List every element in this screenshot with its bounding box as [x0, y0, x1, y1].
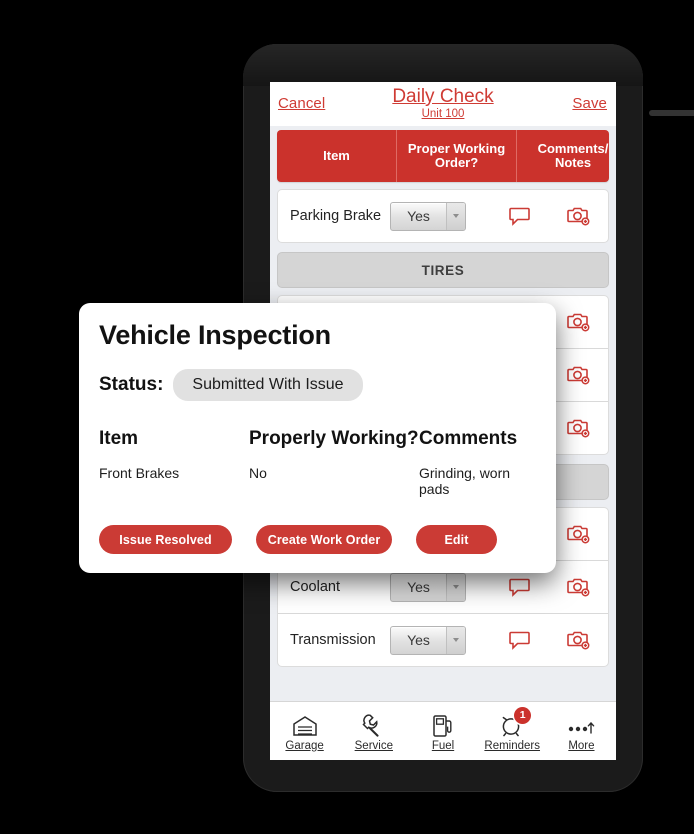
alarm-clock-icon	[478, 711, 547, 737]
column-header-item: Item	[99, 428, 139, 449]
working-order-select[interactable]: Yes	[390, 572, 466, 602]
column-header-item: Item	[323, 148, 350, 163]
reminders-badge: 1	[514, 706, 532, 724]
comment-icon[interactable]	[490, 631, 548, 650]
navigation-bar: Cancel Daily Check Unit 100 Save	[270, 82, 616, 126]
ellipsis-arrow-icon	[547, 711, 616, 737]
table-row[interactable]: Parking Brake Yes	[278, 190, 608, 242]
row-item-label: Parking Brake	[290, 208, 382, 224]
working-order-value: Yes	[407, 208, 430, 224]
status-badge: Submitted With Issue	[173, 369, 363, 401]
comment-icon[interactable]	[490, 578, 548, 597]
tab-more[interactable]: More	[547, 711, 616, 752]
chevron-down-icon	[446, 626, 465, 654]
wrench-icon	[339, 711, 408, 737]
create-work-order-button[interactable]: Create Work Order	[256, 525, 392, 554]
tab-label: More	[568, 739, 595, 752]
column-header-comments: Comments	[419, 428, 518, 449]
row-select-cell: Yes	[390, 201, 490, 231]
tab-label: Service	[354, 739, 393, 752]
tab-label: Garage	[285, 739, 324, 752]
page-title: Daily Check Unit 100	[270, 87, 616, 122]
working-order-select[interactable]: Yes	[390, 625, 466, 655]
camera-add-icon[interactable]	[548, 524, 608, 544]
inspection-issue-table: Item Properly Working? Comments Front Br…	[99, 428, 539, 497]
chevron-down-icon	[446, 202, 465, 230]
chevron-down-icon	[446, 573, 465, 601]
save-button[interactable]: Save	[572, 95, 607, 112]
cell-properly-working: No	[249, 465, 267, 481]
status-row: Status: Submitted With Issue	[99, 369, 363, 401]
earpiece-speaker-icon	[649, 110, 694, 116]
dialog-action-buttons: Issue Resolved Create Work Order Edit	[99, 525, 497, 554]
table-column-headers: Item Proper Working Order? Comments/ Not…	[277, 130, 609, 182]
table-row[interactable]: Transmission Yes	[278, 613, 608, 666]
tab-label: Reminders	[484, 739, 541, 752]
edit-button[interactable]: Edit	[416, 525, 497, 554]
tab-reminders[interactable]: 1 Reminders	[478, 706, 547, 752]
tab-fuel[interactable]: Fuel	[408, 711, 477, 752]
issue-resolved-button[interactable]: Issue Resolved	[99, 525, 232, 554]
tab-service[interactable]: Service	[339, 711, 408, 752]
camera-add-icon[interactable]	[548, 206, 608, 226]
tab-garage[interactable]: Garage	[270, 711, 339, 752]
working-order-value: Yes	[407, 632, 430, 648]
column-header-working-order: Proper Working Order?	[396, 130, 517, 182]
fuel-pump-icon	[408, 711, 477, 737]
bottom-tab-bar: Garage Service Fuel 1 Reminders More	[270, 701, 616, 760]
camera-add-icon[interactable]	[548, 312, 608, 332]
cell-item: Front Brakes	[99, 465, 180, 481]
row-select-cell: Yes	[390, 572, 490, 602]
garage-icon	[270, 711, 339, 737]
status-label: Status:	[99, 374, 164, 395]
camera-add-icon[interactable]	[548, 418, 608, 438]
column-header-properly-working: Properly Working?	[249, 428, 419, 449]
column-header-comments-notes: Comments/ Notes	[537, 141, 609, 170]
row-item-label: Coolant	[290, 579, 340, 595]
camera-add-icon[interactable]	[548, 630, 608, 650]
page-subtitle-unit: Unit 100	[421, 108, 465, 120]
comment-icon[interactable]	[490, 207, 548, 226]
working-order-select[interactable]: Yes	[390, 201, 466, 231]
camera-add-icon[interactable]	[548, 365, 608, 385]
dialog-title: Vehicle Inspection	[99, 320, 331, 350]
cell-comments: Grinding, worn pads	[419, 465, 511, 497]
tab-label: Fuel	[431, 739, 455, 752]
vehicle-inspection-dialog: Vehicle Inspection Status: Submitted Wit…	[79, 303, 556, 573]
page-title-text: Daily Check	[392, 86, 494, 107]
section-header-tires: TIRES	[277, 252, 609, 288]
inspection-card-brakes: Parking Brake Yes	[277, 189, 609, 243]
working-order-value: Yes	[407, 579, 430, 595]
camera-add-icon[interactable]	[548, 577, 608, 597]
table-row: Front Brakes No Grinding, worn pads	[99, 465, 539, 497]
row-item-label: Transmission	[290, 632, 376, 648]
row-select-cell: Yes	[390, 625, 490, 655]
dialog-column-headers: Item Properly Working? Comments	[99, 428, 539, 450]
